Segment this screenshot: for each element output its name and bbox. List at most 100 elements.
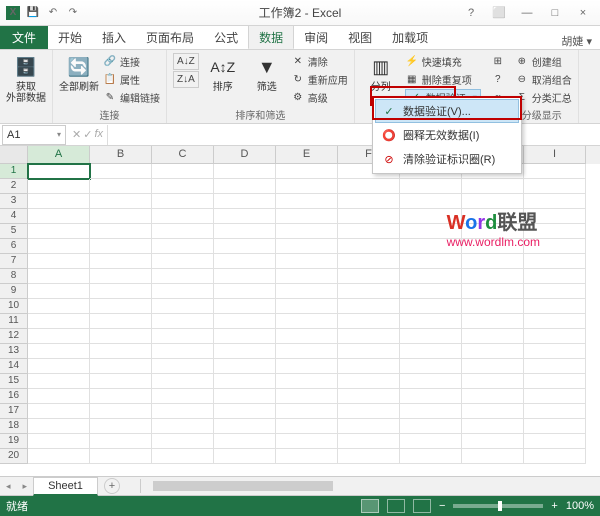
tab-data[interactable]: 数据 bbox=[248, 25, 294, 49]
help-icon[interactable]: ? bbox=[458, 3, 484, 23]
cell[interactable] bbox=[276, 299, 338, 314]
cell[interactable] bbox=[524, 359, 586, 374]
zoom-out-button[interactable]: − bbox=[439, 500, 445, 512]
cell[interactable] bbox=[524, 209, 586, 224]
cell[interactable] bbox=[462, 374, 524, 389]
refresh-all-button[interactable]: 🔄 全部刷新 bbox=[59, 53, 99, 93]
undo-icon[interactable]: ↶ bbox=[46, 6, 60, 20]
cell[interactable] bbox=[276, 449, 338, 464]
cell[interactable] bbox=[214, 224, 276, 239]
cell[interactable] bbox=[214, 329, 276, 344]
col-header[interactable]: A bbox=[28, 146, 90, 164]
cell[interactable] bbox=[28, 329, 90, 344]
cell[interactable] bbox=[276, 284, 338, 299]
cell[interactable] bbox=[90, 389, 152, 404]
cell[interactable] bbox=[462, 194, 524, 209]
cell[interactable] bbox=[462, 449, 524, 464]
cell[interactable] bbox=[524, 419, 586, 434]
cell[interactable] bbox=[152, 359, 214, 374]
cell[interactable] bbox=[152, 389, 214, 404]
cell[interactable] bbox=[400, 329, 462, 344]
row-header[interactable]: 2 bbox=[0, 179, 28, 194]
cell[interactable] bbox=[28, 344, 90, 359]
cell[interactable] bbox=[524, 224, 586, 239]
close-button[interactable]: × bbox=[570, 3, 596, 23]
cell[interactable] bbox=[276, 164, 338, 179]
cell[interactable] bbox=[462, 224, 524, 239]
redo-icon[interactable]: ↷ bbox=[66, 6, 80, 20]
cell[interactable] bbox=[524, 284, 586, 299]
minimize-button[interactable]: — bbox=[514, 3, 540, 23]
horizontal-scrollbar[interactable] bbox=[140, 479, 600, 493]
col-header[interactable]: C bbox=[152, 146, 214, 164]
ungroup-button[interactable]: ⊖取消组合 bbox=[515, 71, 572, 88]
account-name[interactable]: 胡婕 ▾ bbox=[561, 33, 600, 49]
cell[interactable] bbox=[28, 239, 90, 254]
row-header[interactable]: 13 bbox=[0, 344, 28, 359]
cell[interactable] bbox=[462, 254, 524, 269]
cell[interactable] bbox=[338, 314, 400, 329]
cell[interactable] bbox=[462, 359, 524, 374]
cell[interactable] bbox=[524, 254, 586, 269]
cell[interactable] bbox=[338, 329, 400, 344]
fx-icon[interactable]: fx bbox=[94, 128, 103, 141]
cell[interactable] bbox=[400, 434, 462, 449]
cell[interactable] bbox=[90, 254, 152, 269]
tab-view[interactable]: 视图 bbox=[338, 25, 382, 49]
spreadsheet-grid[interactable]: A B C D E F G H I 1234567891011121314151… bbox=[0, 146, 600, 476]
new-sheet-button[interactable]: + bbox=[104, 478, 120, 494]
row-header[interactable]: 3 bbox=[0, 194, 28, 209]
cell[interactable] bbox=[338, 254, 400, 269]
cell[interactable] bbox=[276, 239, 338, 254]
cell[interactable] bbox=[338, 224, 400, 239]
cell[interactable] bbox=[400, 374, 462, 389]
cell[interactable] bbox=[152, 329, 214, 344]
tab-insert[interactable]: 插入 bbox=[92, 25, 136, 49]
cell[interactable] bbox=[338, 194, 400, 209]
cell[interactable] bbox=[276, 194, 338, 209]
cell[interactable] bbox=[214, 299, 276, 314]
row-header[interactable]: 12 bbox=[0, 329, 28, 344]
advanced-filter-button[interactable]: ⚙高级 bbox=[291, 89, 348, 106]
cell[interactable] bbox=[276, 179, 338, 194]
cell[interactable] bbox=[338, 404, 400, 419]
cell[interactable] bbox=[90, 179, 152, 194]
cell[interactable] bbox=[214, 269, 276, 284]
maximize-button[interactable]: □ bbox=[542, 3, 568, 23]
cell[interactable] bbox=[400, 344, 462, 359]
clear-filter-button[interactable]: ✕清除 bbox=[291, 53, 348, 70]
cell[interactable] bbox=[214, 374, 276, 389]
cell[interactable] bbox=[276, 434, 338, 449]
cell[interactable] bbox=[400, 269, 462, 284]
cell[interactable] bbox=[524, 299, 586, 314]
tab-home[interactable]: 开始 bbox=[48, 25, 92, 49]
edit-links-button[interactable]: ✎编辑链接 bbox=[103, 89, 160, 106]
cell[interactable] bbox=[338, 269, 400, 284]
row-header[interactable]: 18 bbox=[0, 419, 28, 434]
cell[interactable] bbox=[214, 434, 276, 449]
cell[interactable] bbox=[462, 419, 524, 434]
cell[interactable] bbox=[28, 434, 90, 449]
cell[interactable] bbox=[152, 344, 214, 359]
row-header[interactable]: 17 bbox=[0, 404, 28, 419]
cell[interactable] bbox=[524, 239, 586, 254]
cell[interactable] bbox=[524, 389, 586, 404]
select-all-corner[interactable] bbox=[0, 146, 28, 164]
cell[interactable] bbox=[400, 359, 462, 374]
cell[interactable] bbox=[400, 404, 462, 419]
cell[interactable] bbox=[28, 284, 90, 299]
filter-button[interactable]: ▼ 筛选 bbox=[247, 53, 287, 93]
tab-formulas[interactable]: 公式 bbox=[204, 25, 248, 49]
cell[interactable] bbox=[214, 164, 276, 179]
cell[interactable] bbox=[90, 374, 152, 389]
cell[interactable] bbox=[462, 404, 524, 419]
cell[interactable] bbox=[28, 224, 90, 239]
cell[interactable] bbox=[28, 209, 90, 224]
cell[interactable] bbox=[28, 449, 90, 464]
row-header[interactable]: 7 bbox=[0, 254, 28, 269]
cell[interactable] bbox=[152, 239, 214, 254]
cell[interactable] bbox=[524, 449, 586, 464]
cell[interactable] bbox=[214, 419, 276, 434]
row-header[interactable]: 15 bbox=[0, 374, 28, 389]
group-rows-button[interactable]: ⊕创建组 bbox=[515, 53, 572, 70]
